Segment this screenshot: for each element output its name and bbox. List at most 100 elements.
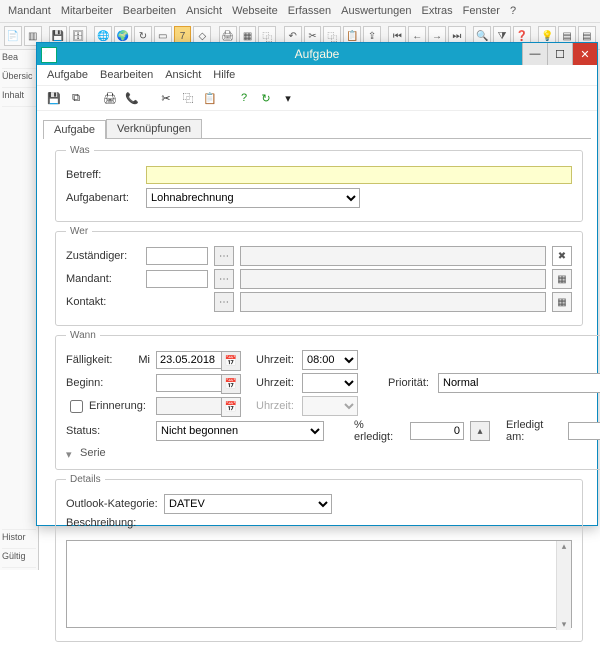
dialog-menu-ansicht[interactable]: Ansicht	[165, 69, 201, 81]
menu-extras[interactable]: Extras	[421, 5, 452, 17]
save-icon[interactable]: 💾	[45, 89, 63, 107]
refresh-icon[interactable]: ↻	[257, 89, 275, 107]
dialog-menu-hilfe[interactable]: Hilfe	[213, 69, 235, 81]
sidebar-item[interactable]: Histor	[2, 532, 36, 549]
dialog-menu-bearbeiten[interactable]: Bearbeiten	[100, 69, 153, 81]
label-aufgabenart: Aufgabenart:	[66, 192, 140, 204]
more-icon[interactable]: ▾	[279, 89, 297, 107]
label-betreff: Betreff:	[66, 169, 140, 181]
kontakt-display	[240, 292, 546, 312]
calendar-icon: 📅	[221, 397, 241, 417]
group-wer: Wer Zuständiger: ⋯ ✖ Mandant: ⋯ ▦ Kontak…	[55, 226, 583, 326]
group-details: Details Outlook-Kategorie: DATEV Beschre…	[55, 474, 583, 642]
erledigt-am-input[interactable]	[568, 422, 600, 440]
uhrzeit2-select[interactable]	[302, 373, 358, 393]
help-icon[interactable]: ?	[235, 89, 253, 107]
beginn-input[interactable]	[156, 374, 222, 392]
menu-fenster[interactable]: Fenster	[463, 5, 500, 17]
spinner-icon[interactable]: ▴	[470, 421, 490, 441]
label-faelligkeit: Fälligkeit:	[66, 354, 130, 366]
menu-bearbeiten[interactable]: Bearbeiten	[123, 5, 176, 17]
label-beginn: Beginn:	[66, 377, 130, 389]
sidebar-item[interactable]: Übersic	[2, 71, 36, 88]
menu-mitarbeiter[interactable]: Mitarbeiter	[61, 5, 113, 17]
label-uhrzeit1: Uhrzeit:	[256, 354, 296, 366]
cut-icon[interactable]: ✂	[157, 89, 175, 107]
sidebar-item[interactable]: Gültig	[2, 551, 36, 568]
sidebar-item[interactable]: Inhalt	[2, 90, 36, 107]
dialog-tabs: Aufgabe Verknüpfungen	[37, 111, 597, 138]
menu-auswertungen[interactable]: Auswertungen	[341, 5, 411, 17]
kontakt-link-icon[interactable]: ▦	[552, 292, 572, 312]
aufgabenart-select[interactable]: Lohnabrechnung	[146, 188, 360, 208]
zustaendiger-display	[240, 246, 546, 266]
pct-input[interactable]	[410, 422, 464, 440]
legend-details: Details	[66, 474, 105, 485]
chevron-down-icon: ▾	[66, 448, 76, 458]
calendar-icon[interactable]: 📅	[221, 374, 241, 394]
legend-wann: Wann	[66, 330, 100, 341]
dialog-titlebar: ✓ Aufgabe — ☐ ✕	[37, 43, 597, 65]
menu-help[interactable]: ?	[510, 5, 516, 17]
scroll-up-icon[interactable]: ▴	[562, 541, 567, 552]
scrollbar[interactable]: ▴▾	[556, 541, 571, 630]
copy-icon[interactable]: ⿻	[179, 89, 197, 107]
menu-mandant[interactable]: Mandant	[8, 5, 51, 17]
faelligkeit-day: Mi	[136, 354, 150, 366]
uhrzeit3-select	[302, 396, 358, 416]
mandant-link-icon[interactable]: ▦	[552, 269, 572, 289]
zustaendiger-clear-icon[interactable]: ✖	[552, 246, 572, 266]
label-status: Status:	[66, 425, 130, 437]
erinnerung-input[interactable]	[156, 397, 222, 415]
print-icon[interactable]: 🖨	[101, 89, 119, 107]
label-kontakt: Kontakt:	[66, 296, 140, 308]
menu-ansicht[interactable]: Ansicht	[186, 5, 222, 17]
beschreibung-textarea[interactable]	[66, 540, 572, 628]
dialog-app-icon: ✓	[41, 47, 57, 63]
uhrzeit1-select[interactable]: 08:00	[302, 350, 358, 370]
dialog-menu-aufgabe[interactable]: Aufgabe	[47, 69, 88, 81]
calendar-icon[interactable]: 📅	[221, 351, 241, 371]
tb-new-icon[interactable]: 📄	[4, 26, 22, 46]
faelligkeit-input[interactable]	[156, 351, 222, 369]
aufgabe-dialog: ✓ Aufgabe — ☐ ✕ Aufgabe Bearbeiten Ansic…	[36, 42, 598, 526]
main-menubar: Mandant Mitarbeiter Bearbeiten Ansicht W…	[0, 0, 600, 23]
maximize-button[interactable]: ☐	[547, 43, 572, 65]
menu-webseite[interactable]: Webseite	[232, 5, 278, 17]
close-button[interactable]: ✕	[572, 43, 597, 65]
paste-icon[interactable]: 📋	[201, 89, 219, 107]
legend-was: Was	[66, 145, 94, 156]
dialog-menubar: Aufgabe Bearbeiten Ansicht Hilfe	[37, 65, 597, 86]
mandant-input[interactable]	[146, 270, 208, 288]
erinnerung-checkbox[interactable]	[70, 400, 83, 413]
form-body: Was Betreff: Aufgabenart: Lohnabrechnung…	[37, 139, 597, 652]
mandant-picker-icon[interactable]: ⋯	[214, 269, 234, 289]
label-erinnerung: Erinnerung:	[89, 400, 146, 412]
betreff-input[interactable]	[146, 166, 572, 184]
label-uhrzeit3: Uhrzeit:	[256, 400, 296, 412]
outlook-select[interactable]: DATEV	[164, 494, 332, 514]
status-select[interactable]: Nicht begonnen	[156, 421, 324, 441]
label-prioritaet: Priorität:	[388, 377, 432, 389]
group-was: Was Betreff: Aufgabenart: Lohnabrechnung	[55, 145, 583, 222]
zustaendiger-picker-icon[interactable]: ⋯	[214, 246, 234, 266]
tab-verknuepfungen[interactable]: Verknüpfungen	[106, 119, 202, 138]
kontakt-picker-icon[interactable]: ⋯	[214, 292, 234, 312]
sidebar-item[interactable]: Bea	[2, 52, 36, 69]
zustaendiger-input[interactable]	[146, 247, 208, 265]
tab-aufgabe[interactable]: Aufgabe	[43, 120, 106, 139]
label-pct: % erledigt:	[354, 419, 404, 443]
label-beschreibung: Beschreibung:	[66, 517, 158, 529]
label-outlook: Outlook-Kategorie:	[66, 498, 158, 510]
phone-icon[interactable]: 📞	[123, 89, 141, 107]
label-erledigt-am: Erledigt am:	[506, 419, 562, 443]
saveclose-icon[interactable]: ⧉	[67, 89, 85, 107]
scroll-down-icon[interactable]: ▾	[562, 619, 567, 630]
group-wann: Wann Fälligkeit: Mi 📅 Uhrzeit: 08:00 Beg…	[55, 330, 600, 470]
serie-expander[interactable]: ▾ Serie	[66, 447, 600, 459]
prioritaet-select[interactable]: Normal	[438, 373, 600, 393]
menu-erfassen[interactable]: Erfassen	[288, 5, 331, 17]
minimize-button[interactable]: —	[522, 43, 547, 65]
dialog-title: Aufgabe	[295, 47, 340, 61]
dialog-toolbar: 💾 ⧉ 🖨 📞 ✂ ⿻ 📋 ? ↻ ▾	[37, 86, 597, 111]
